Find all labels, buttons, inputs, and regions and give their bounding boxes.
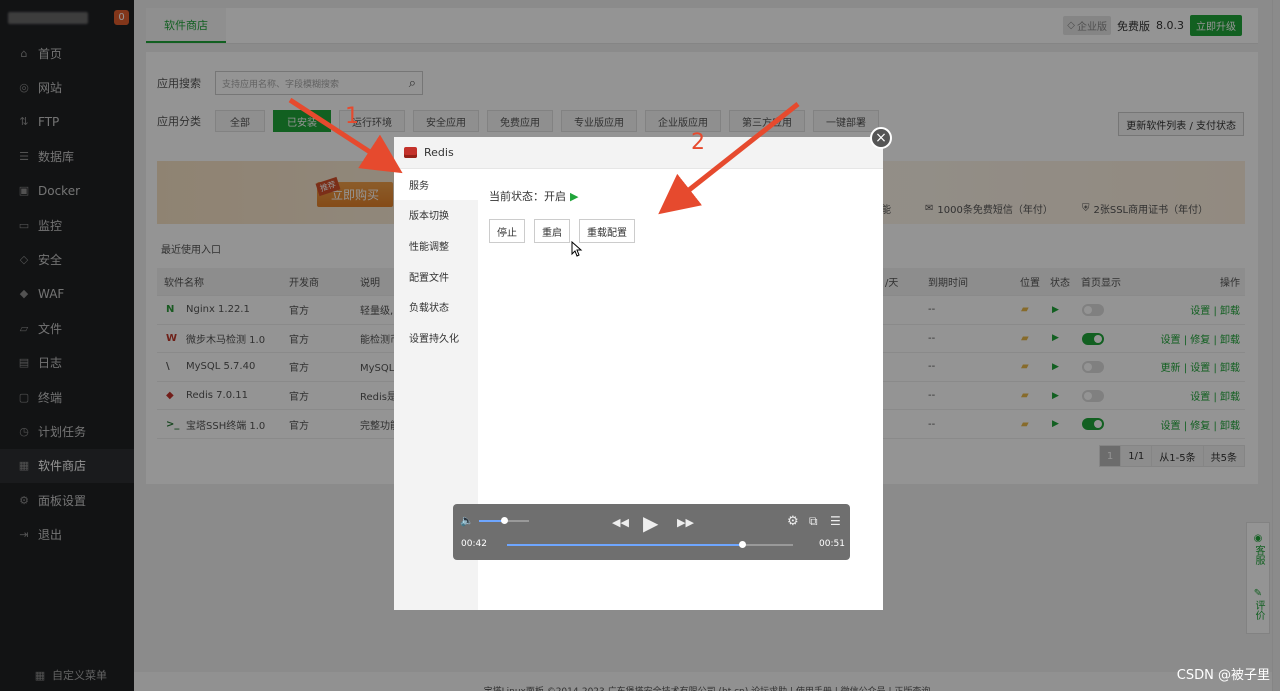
mouse-cursor-icon [571, 241, 583, 257]
modal-nav-item[interactable]: 负载状态 [394, 291, 478, 322]
modal-nav-item[interactable]: 性能调整 [394, 230, 478, 261]
pip-icon[interactable]: ⧉ [809, 514, 818, 529]
volume-slider[interactable] [479, 517, 529, 524]
watermark: CSDN @被子里 [1176, 668, 1270, 683]
modal-close-button[interactable]: × [870, 127, 892, 149]
modal-nav-item[interactable]: 设置持久化 [394, 322, 478, 353]
duration-time: 00:51 [819, 539, 845, 549]
modal-nav-item[interactable]: 配置文件 [394, 261, 478, 292]
reload-config-button[interactable]: 重载配置 [579, 219, 635, 243]
rewind-icon[interactable]: ◀◀ [612, 516, 629, 529]
progress-bar[interactable] [507, 541, 793, 548]
restart-button[interactable]: 重启 [534, 219, 570, 243]
modal-nav-item[interactable]: 服务 [394, 169, 478, 200]
play-icon[interactable]: ▶ [643, 511, 658, 535]
redis-icon [404, 147, 417, 158]
service-buttons: 停止 重启 重载配置 [489, 219, 635, 243]
volume-icon[interactable]: 🔈 [460, 514, 474, 527]
forward-icon[interactable]: ▶▶ [677, 516, 694, 529]
annotation-number-one: 1 [345, 104, 359, 129]
status-text: 当前状态：开启 [489, 190, 566, 203]
progress-knob[interactable] [738, 541, 746, 548]
video-controls: 🔈 ◀◀ ▶ ▶▶ ⚙ ⧉ ☰ 00:42 00:51 [453, 504, 850, 560]
volume-knob[interactable] [501, 517, 508, 524]
modal-title: Redis [424, 146, 454, 159]
settings-icon[interactable]: ⚙ [787, 514, 799, 529]
current-time: 00:42 [461, 539, 487, 549]
annotation-number-two: 2 [691, 130, 705, 155]
stop-button[interactable]: 停止 [489, 219, 525, 243]
modal-header: Redis [394, 137, 883, 169]
running-icon: ▶ [570, 189, 579, 203]
modal-nav-item[interactable]: 版本切换 [394, 200, 478, 231]
progress-fill [507, 544, 742, 546]
playlist-icon[interactable]: ☰ [830, 514, 841, 528]
service-status: 当前状态：开启 ▶ [489, 188, 578, 204]
